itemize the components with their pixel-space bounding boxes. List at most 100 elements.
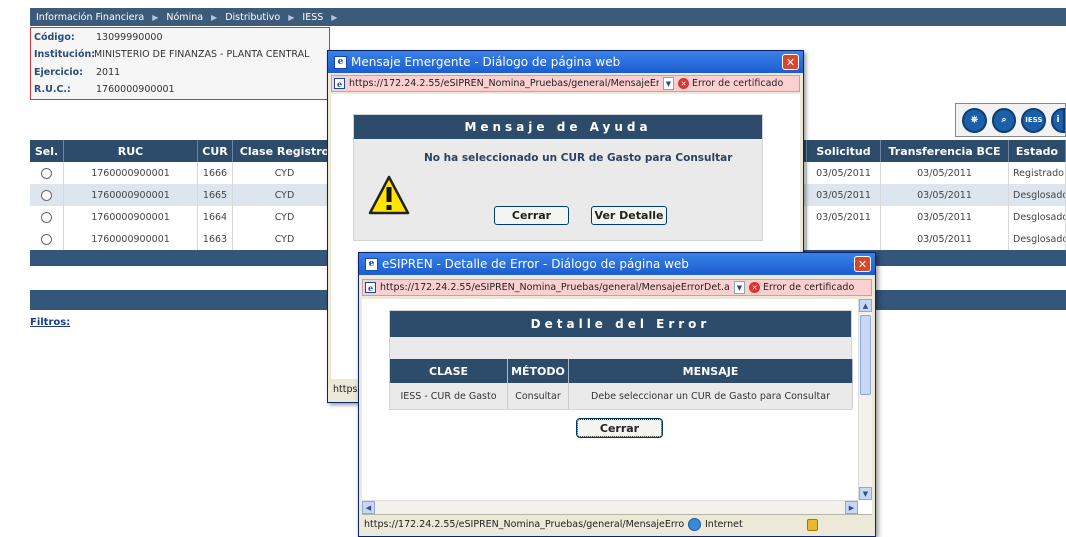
cell-ruc: 1760000900001 xyxy=(64,228,198,250)
app-icon[interactable]: ⎈ xyxy=(962,107,987,133)
cell-solicitud: 03/05/2011 xyxy=(807,184,881,206)
cell-transferencia: 03/05/2011 xyxy=(881,228,1009,250)
lock-icon[interactable] xyxy=(806,518,818,531)
horizontal-scrollbar[interactable]: ◀ ▶ xyxy=(362,500,858,514)
cell-clase: IESS - CUR de Gasto xyxy=(390,383,508,409)
cell-transferencia: 03/05/2011 xyxy=(881,162,1009,184)
action-toolbar: ⎈ ⌕ IESS i xyxy=(955,103,1066,137)
row-select-radio[interactable] xyxy=(30,162,64,184)
scroll-up-icon[interactable]: ▲ xyxy=(859,299,872,312)
codigo-value: 13099990000 xyxy=(96,31,163,43)
chevron-down-icon[interactable]: ▼ xyxy=(734,281,745,294)
row-select-radio[interactable] xyxy=(30,184,64,206)
cell-clase: CYD xyxy=(233,206,337,228)
address-bar: e https://172.24.2.55/eSIPREN_Nomina_Pru… xyxy=(362,279,872,296)
cell-ruc: 1760000900001 xyxy=(64,162,198,184)
close-icon[interactable]: ✕ xyxy=(854,256,871,272)
scroll-left-icon[interactable]: ◀ xyxy=(362,501,375,514)
address-url[interactable]: https://172.24.2.55/eSIPREN_Nomina_Prueb… xyxy=(349,78,659,89)
page-icon: e xyxy=(334,78,345,89)
iess-icon[interactable]: IESS xyxy=(1021,107,1047,133)
cell-transferencia: 03/05/2011 xyxy=(881,184,1009,206)
chevron-down-icon[interactable]: ▼ xyxy=(663,77,674,90)
row-select-radio[interactable] xyxy=(30,228,64,250)
cell-solicitud xyxy=(807,228,881,250)
ruc-value: 1760000900001 xyxy=(96,83,175,95)
warning-icon xyxy=(368,175,410,215)
codigo-row: Código: 13099990000 xyxy=(34,29,163,45)
close-button[interactable]: Cerrar xyxy=(576,418,663,438)
certificate-error-label: Error de certificado xyxy=(763,282,855,293)
cell-ruc: 1760000900001 xyxy=(64,206,198,228)
search-icon[interactable]: ⌕ xyxy=(991,107,1017,133)
page-icon: e xyxy=(365,282,376,293)
nav-separator-icon: ▶ xyxy=(152,12,159,22)
scroll-right-icon[interactable]: ▶ xyxy=(845,501,858,514)
dialog-title: eSIPREN - Detalle de Error - Diálogo de … xyxy=(382,257,689,271)
col-header-clase: CLASE xyxy=(390,359,508,383)
institucion-value: MINISTERIO DE FINANZAS - PLANTA CENTRAL xyxy=(94,48,310,60)
ruc-label: R.U.C.: xyxy=(34,83,71,95)
nav-item-distributivo[interactable]: Distributivo xyxy=(225,12,280,23)
cell-metodo: Consultar xyxy=(508,383,569,409)
info-icon[interactable]: i xyxy=(1051,107,1066,133)
row-select-radio[interactable] xyxy=(30,206,64,228)
cell-solicitud: 03/05/2011 xyxy=(807,162,881,184)
cell-estado: Desglosado xyxy=(1009,206,1066,228)
ruc-row: R.U.C.: 1760000900001 xyxy=(34,81,175,97)
nav-separator-icon: ▶ xyxy=(211,12,218,22)
cell-clase: CYD xyxy=(233,228,337,250)
ejercicio-value: 2011 xyxy=(96,66,121,78)
filtros-link[interactable]: Filtros: xyxy=(30,317,70,328)
view-detail-button[interactable]: Ver Detalle xyxy=(591,206,667,225)
scroll-thumb[interactable] xyxy=(860,315,871,395)
cell-cur: 1665 xyxy=(198,184,233,206)
ie-icon: e xyxy=(365,257,378,271)
scroll-down-icon[interactable]: ▼ xyxy=(859,487,872,500)
cell-transferencia: 03/05/2011 xyxy=(881,206,1009,228)
nav-item-informacion-financiera[interactable]: Información Financiera xyxy=(36,12,144,23)
ejercicio-row: Ejercicio: 2011 xyxy=(34,64,120,80)
globe-icon xyxy=(688,518,701,531)
cell-clase: CYD xyxy=(233,162,337,184)
col-header-cur: CUR xyxy=(198,140,233,162)
certificate-error[interactable]: ✕ Error de certificado xyxy=(678,78,783,89)
col-header-estado: Estado xyxy=(1009,140,1066,162)
dialog-title-bar[interactable]: e eSIPREN - Detalle de Error - Diálogo d… xyxy=(359,253,875,275)
nav-separator-icon: ▶ xyxy=(331,12,338,22)
institution-info-box: Código: 13099990000 Institución: MINISTE… xyxy=(30,27,330,100)
close-icon[interactable]: ✕ xyxy=(782,54,799,70)
error-detail-panel: Detalle del Error CLASE MÉTODO MENSAJE I… xyxy=(389,310,853,410)
col-header-transferencia: Transferencia BCE xyxy=(881,140,1009,162)
close-button[interactable]: Cerrar xyxy=(494,206,569,225)
status-bar: https: xyxy=(331,379,361,399)
status-bar: https://172.24.2.55/eSIPREN_Nomina_Prueb… xyxy=(362,514,872,534)
certificate-error-icon: ✕ xyxy=(749,282,760,293)
cell-clase: CYD xyxy=(233,184,337,206)
security-zone: Internet xyxy=(705,519,743,530)
cell-cur: 1664 xyxy=(198,206,233,228)
ejercicio-label: Ejercicio: xyxy=(34,66,83,78)
status-url: https://172.24.2.55/eSIPREN_Nomina_Prueb… xyxy=(364,519,684,530)
col-header-sel: Sel. xyxy=(30,140,64,162)
cell-estado: Registrado xyxy=(1009,162,1066,184)
cell-ruc: 1760000900001 xyxy=(64,184,198,206)
institucion-row: Institución: MINISTERIO DE FINANZAS - PL… xyxy=(34,46,309,62)
ie-icon: e xyxy=(334,55,347,69)
institucion-label: Institución: xyxy=(34,48,96,60)
col-header-clase: Clase Registro xyxy=(233,140,337,162)
dialog-title-bar[interactable]: e Mensaje Emergente - Diálogo de página … xyxy=(328,51,803,73)
cell-cur: 1666 xyxy=(198,162,233,184)
dialog-body: Detalle del Error CLASE MÉTODO MENSAJE I… xyxy=(362,299,872,514)
nav-item-nomina[interactable]: Nómina xyxy=(166,12,203,23)
nav-item-iess[interactable]: IESS xyxy=(302,12,323,23)
address-url[interactable]: https://172.24.2.55/eSIPREN_Nomina_Prueb… xyxy=(380,282,730,293)
vertical-scrollbar[interactable]: ▲ ▼ xyxy=(858,299,872,500)
help-message-text: No ha seleccionado un CUR de Gasto para … xyxy=(424,152,733,164)
certificate-error[interactable]: ✕ Error de certificado xyxy=(749,282,854,293)
error-detail-dialog: e eSIPREN - Detalle de Error - Diálogo d… xyxy=(358,252,876,537)
col-header-ruc: RUC xyxy=(64,140,198,162)
cell-mensaje: Debe seleccionar un CUR de Gasto para Co… xyxy=(569,383,853,409)
cell-estado: Desglosado xyxy=(1009,184,1066,206)
cell-solicitud: 03/05/2011 xyxy=(807,206,881,228)
